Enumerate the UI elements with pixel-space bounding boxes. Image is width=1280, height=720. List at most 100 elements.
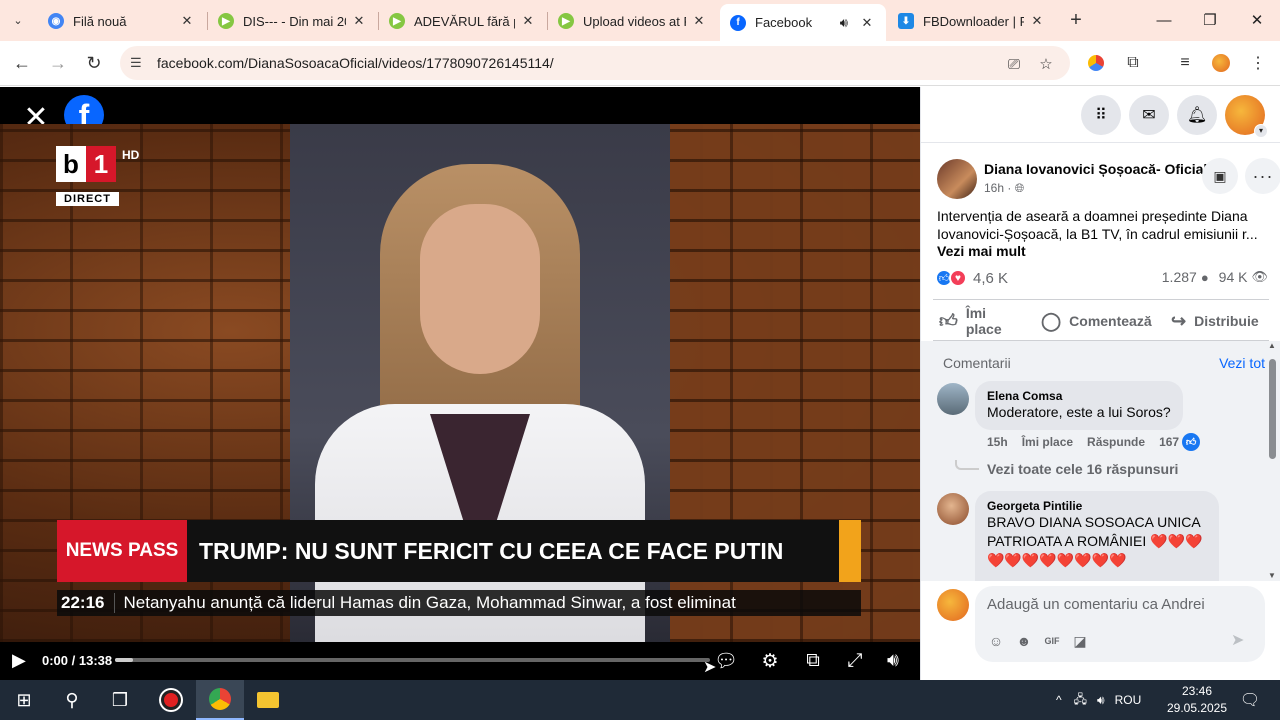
- comment-button[interactable]: ◯ Comentează: [1041, 304, 1152, 338]
- task-view-icon[interactable]: ❒: [96, 680, 144, 720]
- address-bar[interactable]: ☰ facebook.com/DianaSosoacaOficial/video…: [120, 46, 1070, 80]
- more-options-icon[interactable]: ···: [1245, 158, 1280, 194]
- url-text[interactable]: facebook.com/DianaSosoacaOficial/videos/…: [157, 55, 554, 71]
- menu-grid-icon[interactable]: ⠿: [1081, 95, 1121, 135]
- tab-new-tab[interactable]: ◉ Filă nouă ✕: [38, 6, 206, 36]
- progress-bar[interactable]: [115, 658, 710, 662]
- system-clock[interactable]: 23:46 29.05.2025: [1162, 683, 1232, 717]
- back-button[interactable]: ←: [8, 49, 36, 77]
- tab-rumble-upload[interactable]: ▶ Upload videos at R ✕: [548, 6, 718, 36]
- picture-in-picture-icon[interactable]: ⧉: [800, 648, 826, 674]
- save-post-icon[interactable]: ▣: [1202, 158, 1238, 194]
- author-avatar[interactable]: [937, 159, 977, 199]
- scroll-thumb[interactable]: [1269, 359, 1276, 459]
- forward-button[interactable]: →: [44, 49, 72, 77]
- b1-logo: b 1: [56, 146, 120, 182]
- extensions-puzzle-icon[interactable]: ⧉: [1121, 51, 1145, 75]
- scroll-up-icon[interactable]: ▲: [1267, 341, 1277, 351]
- comment-reply-link[interactable]: Răspunde: [1087, 435, 1145, 449]
- comment-bubble: Georgeta Pintilie BRAVO DIANA SOSOACA UN…: [975, 491, 1219, 581]
- share-icon: ↪: [1171, 310, 1187, 331]
- tab-strip: ⌄ ◉ Filă nouă ✕ ▶ DIS--- - Din mai 20 ✕ …: [0, 0, 1280, 41]
- close-icon[interactable]: ✕: [690, 13, 708, 29]
- captions-icon[interactable]: 💬︎: [713, 648, 739, 674]
- settings-gear-icon[interactable]: ⚙: [757, 648, 783, 674]
- chrome-taskbar-icon[interactable]: [196, 680, 244, 720]
- mouse-cursor-icon: ➤: [703, 659, 717, 676]
- speaker-icon[interactable]: 🔊︎: [840, 15, 848, 31]
- tab-rumble-dis[interactable]: ▶ DIS--- - Din mai 20 ✕: [208, 6, 378, 36]
- close-icon[interactable]: ✕: [178, 13, 196, 29]
- messenger-icon[interactable]: ✉: [1129, 95, 1169, 135]
- restore-button[interactable]: ❐: [1187, 0, 1233, 40]
- see-more-link[interactable]: Vezi mai mult: [937, 243, 1026, 259]
- comment-meta: 15h Îmi place Răspunde 167 👍︎: [987, 433, 1214, 451]
- chrome-menu-icon[interactable]: ⋮: [1246, 51, 1270, 75]
- windows-start-icon[interactable]: ⊞: [0, 680, 48, 720]
- notification-center-icon[interactable]: 🗨︎: [1226, 680, 1274, 720]
- language-indicator[interactable]: ROU: [1115, 693, 1142, 707]
- reload-button[interactable]: ↻: [80, 49, 108, 77]
- comment-like-link[interactable]: Îmi place: [1022, 435, 1073, 449]
- comment-like-count: 167: [1159, 435, 1180, 449]
- network-icon[interactable]: 🖧︎: [1074, 690, 1087, 711]
- hd-badge: HD: [122, 148, 140, 162]
- video-frame[interactable]: b 1 HD DIRECT NEWS PASS TRUMP: NU SUNT F…: [0, 124, 920, 642]
- volume-icon[interactable]: 🔊︎: [880, 648, 906, 674]
- tab-search-button[interactable]: ⌄: [4, 6, 32, 34]
- tab-facebook[interactable]: f Facebook 🔊︎ ✕: [720, 4, 886, 41]
- fullscreen-icon[interactable]: ⤢: [842, 648, 868, 674]
- avatar-sticker-icon[interactable]: ☺: [985, 630, 1007, 652]
- comment-icon: ◯: [1041, 310, 1062, 331]
- notifications-bell-icon[interactable]: 🔔︎: [1177, 95, 1217, 135]
- volume-tray-icon[interactable]: 🔊︎: [1097, 693, 1105, 708]
- comment-input[interactable]: [987, 596, 1247, 613]
- newspass-label: NEWS PASS: [57, 520, 187, 582]
- close-icon[interactable]: ✕: [350, 13, 368, 29]
- tray-chevron-up-icon[interactable]: ^: [1056, 693, 1062, 707]
- see-all-link[interactable]: Vezi tot: [1219, 355, 1265, 371]
- comment-composer: ☺ ☻ GIF ◪ ➤: [921, 581, 1280, 680]
- side-header: ⠿ ✉ 🔔︎ ▾: [921, 87, 1280, 143]
- view-replies-link[interactable]: Vezi toate cele 16 răspunsuri: [955, 460, 1178, 477]
- like-button[interactable]: 👍︎ Îmi place: [939, 304, 1021, 338]
- share-button[interactable]: ↪ Distribuie: [1171, 304, 1259, 338]
- file-explorer-icon[interactable]: [244, 680, 292, 720]
- system-tray: ^ 🖧︎ 🔊︎ ROU: [1056, 680, 1141, 720]
- close-icon[interactable]: ✕: [1028, 13, 1046, 29]
- tab-fbdownloader[interactable]: ⬇ FBDownloader | Fa ✕: [888, 6, 1056, 36]
- account-avatar[interactable]: ▾: [1225, 95, 1268, 138]
- post-time[interactable]: 16h: [984, 181, 1004, 195]
- close-icon[interactable]: ✕: [858, 15, 876, 31]
- media-control-icon[interactable]: ≡: [1173, 51, 1197, 75]
- scroll-down-icon[interactable]: ▼: [1267, 571, 1277, 581]
- send-icon[interactable]: ➤: [1231, 630, 1253, 652]
- comments-scrollbar[interactable]: ▲ ▼: [1267, 341, 1277, 581]
- comment-box[interactable]: ☺ ☻ GIF ◪ ➤: [975, 586, 1265, 662]
- emoji-icon[interactable]: ☻: [1013, 630, 1035, 652]
- install-app-icon[interactable]: ⎚: [1004, 54, 1024, 74]
- site-info-icon[interactable]: ☰: [130, 55, 146, 71]
- post-author[interactable]: Diana Iovanovici Șoșoacă- Oficial: [984, 161, 1207, 177]
- window-close-button[interactable]: ✕: [1234, 0, 1280, 40]
- tab-rumble-adevarul[interactable]: ▶ ADEVĂRUL fără pic ✕: [379, 6, 547, 36]
- comment-count[interactable]: 1.287: [1162, 269, 1197, 285]
- commenter-avatar[interactable]: [937, 383, 969, 415]
- search-icon[interactable]: ⚲: [48, 680, 96, 720]
- extension-colorful-icon[interactable]: [1084, 51, 1108, 75]
- thumbs-up-icon: 👍︎: [939, 311, 958, 331]
- play-icon[interactable]: ▶: [12, 650, 32, 672]
- gif-icon[interactable]: GIF: [1041, 630, 1063, 652]
- screen-recorder-icon[interactable]: [147, 680, 195, 720]
- sticker-icon[interactable]: ◪: [1069, 630, 1091, 652]
- new-tab-button[interactable]: +: [1064, 8, 1088, 32]
- ticker-text: Netanyahu anunță că liderul Hamas din Ga…: [123, 593, 736, 612]
- profile-avatar-icon[interactable]: [1209, 51, 1233, 75]
- headline-accent: [839, 520, 861, 582]
- close-icon[interactable]: ✕: [519, 13, 537, 29]
- bookmark-star-icon[interactable]: ☆: [1036, 54, 1056, 74]
- reaction-summary[interactable]: 👍︎ ♥ 4,6 K: [935, 269, 1008, 287]
- minimize-button[interactable]: —: [1141, 0, 1187, 40]
- my-avatar: [937, 589, 969, 621]
- commenter-avatar[interactable]: [937, 493, 969, 525]
